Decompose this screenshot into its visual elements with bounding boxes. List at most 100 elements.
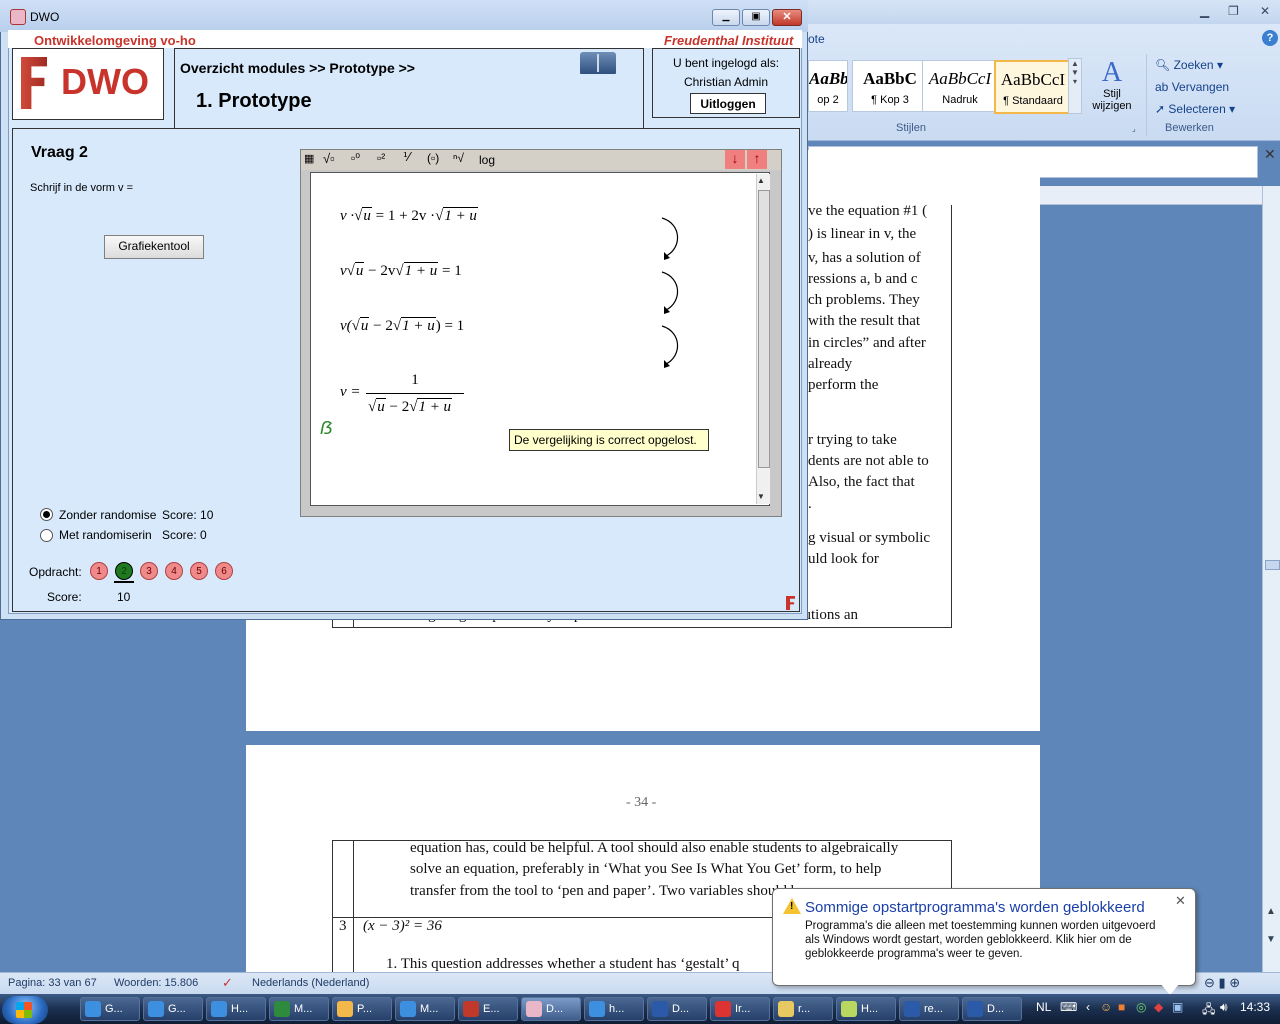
opdracht-button-5[interactable]: 5: [190, 562, 208, 580]
opdracht-button-1[interactable]: 1: [90, 562, 108, 580]
notification-balloon[interactable]: ! Sommige opstartprogramma's worden gebl…: [772, 888, 1196, 986]
step-arrows: [661, 217, 679, 368]
tray-app-icon[interactable]: ■: [1118, 1000, 1125, 1014]
scroll-down-icon[interactable]: ▼: [757, 492, 765, 501]
taskbar-item[interactable]: Ir...: [710, 997, 770, 1021]
style-kop3[interactable]: AaBbC ¶ Kop 3: [852, 60, 928, 112]
radio-with-randomisation[interactable]: [40, 529, 53, 542]
ie-icon: [211, 1001, 227, 1017]
opdracht-button-4[interactable]: 4: [165, 562, 183, 580]
nthroot-icon[interactable]: ⁿ√: [453, 151, 464, 165]
tray-app-icon[interactable]: ◎: [1136, 1000, 1146, 1014]
taskbar-item[interactable]: H...: [836, 997, 896, 1021]
close-icon[interactable]: ✕: [1175, 893, 1186, 909]
opdracht-button-3[interactable]: 3: [140, 562, 158, 580]
style-standaard[interactable]: AaBbCcI ¶ Standaard: [994, 60, 1072, 114]
maximize-button[interactable]: ▣: [742, 9, 770, 26]
doc-line: .: [808, 496, 812, 512]
breadcrumb[interactable]: Overzicht modules >> Prototype >>: [180, 60, 415, 76]
maximize-icon[interactable]: ❐: [1228, 4, 1239, 18]
taskbar-item[interactable]: M...: [395, 997, 455, 1021]
scroll-up-icon[interactable]: ▲: [757, 176, 765, 185]
help-icon[interactable]: ?: [1262, 30, 1278, 46]
graph-tool-button[interactable]: Grafiekentool: [104, 235, 204, 259]
dialog-launcher-icon[interactable]: ⌟: [1132, 124, 1136, 133]
opdracht-button-6[interactable]: 6: [215, 562, 233, 580]
grid-icon[interactable]: ▦: [304, 152, 314, 165]
radio-score: Score: 0: [162, 528, 207, 542]
word-icon: [652, 1001, 668, 1017]
select-button[interactable]: ➚ Selecteren ▾: [1155, 102, 1235, 116]
logout-button[interactable]: Uitloggen: [690, 93, 766, 114]
scroll-up-icon[interactable]: ▲: [1266, 906, 1276, 917]
taskbar-item[interactable]: D...: [521, 997, 581, 1021]
word-vertical-scrollbar[interactable]: ▲ ▼: [1262, 186, 1280, 972]
volume-icon[interactable]: 🔊︎: [1220, 1000, 1228, 1015]
arrow-down-icon[interactable]: ↓: [725, 150, 745, 169]
taskbar-item-label: M...: [420, 1003, 439, 1015]
status-page[interactable]: Pagina: 33 van 67: [8, 977, 97, 989]
messenger-tray-icon[interactable]: ☺: [1100, 1000, 1112, 1014]
scroll-thumb[interactable]: [1265, 560, 1280, 570]
change-style-icon: A: [1101, 57, 1123, 88]
sqrt-icon[interactable]: √▫: [323, 151, 335, 166]
styles-scroll[interactable]: ▲ ▼ ▾: [1068, 58, 1082, 114]
table-row-number: 3: [339, 918, 347, 934]
scroll-thumb[interactable]: [758, 190, 770, 468]
ribbon-tab-partial[interactable]: ote: [808, 32, 825, 46]
book-icon[interactable]: [580, 52, 616, 74]
start-button[interactable]: [2, 996, 48, 1024]
replace-button[interactable]: ab Vervangen: [1155, 80, 1229, 94]
radio-without-randomisation[interactable]: [40, 508, 53, 521]
arrow-up-icon[interactable]: ↑: [747, 150, 767, 169]
question-text: Schrijf in de vorm v =: [30, 182, 134, 194]
language-indicator[interactable]: NL: [1036, 1000, 1051, 1014]
log-button[interactable]: log: [479, 153, 495, 167]
taskbar-item[interactable]: re...: [899, 997, 959, 1021]
proofing-icon[interactable]: ✓: [222, 975, 233, 991]
balloon-body: Programma's die alleen met toestemming k…: [805, 920, 1156, 960]
close-pane-icon[interactable]: ✕: [1264, 146, 1276, 163]
zoom-slider[interactable]: ⊖ ▮ ⊕: [1204, 975, 1240, 991]
taskbar-item[interactable]: D...: [647, 997, 707, 1021]
chevron-left-icon[interactable]: ‹: [1086, 1000, 1090, 1014]
opdracht-button-2[interactable]: 2: [115, 562, 133, 580]
doc-line: ressions a, b and c: [808, 271, 918, 287]
tray-app-icon[interactable]: ▣: [1172, 1000, 1183, 1014]
style-nadruk[interactable]: AaBbCcI Nadruk: [922, 60, 998, 112]
editor-scrollbar[interactable]: ▲ ▼: [756, 174, 770, 504]
close-icon[interactable]: ✕: [1260, 4, 1270, 18]
superscript-icon[interactable]: ▫⁰: [351, 151, 360, 165]
radio-label: Zonder randomise: [59, 508, 157, 522]
network-icon[interactable]: 🖧: [1202, 1000, 1215, 1021]
taskbar-item[interactable]: P...: [332, 997, 392, 1021]
taskbar-item[interactable]: h...: [584, 997, 644, 1021]
taskbar-item[interactable]: E...: [458, 997, 518, 1021]
search-button[interactable]: 🔍︎ Zoeken ▾: [1155, 58, 1223, 72]
minimize-icon[interactable]: ▁: [1200, 4, 1209, 18]
taskbar-item[interactable]: M...: [269, 997, 329, 1021]
taskbar-item[interactable]: H...: [206, 997, 266, 1021]
taskbar-item-label: G...: [168, 1003, 186, 1015]
square-icon[interactable]: ▫²: [377, 151, 385, 165]
doc-line: in circles” and after: [808, 335, 926, 351]
logo-text: DWO: [61, 61, 149, 102]
tray-app-icon[interactable]: ◆: [1154, 1000, 1163, 1014]
fraction-icon[interactable]: ⅟: [403, 150, 410, 164]
style-kop2[interactable]: AaBbC op 2: [808, 60, 848, 112]
fi-logo-icon: [21, 57, 47, 109]
keyboard-icon[interactable]: ⌨: [1060, 1000, 1077, 1014]
taskbar-item[interactable]: r...: [773, 997, 833, 1021]
parentheses-icon[interactable]: (▫): [427, 151, 439, 165]
header-right-text: Freudenthal Instituut: [664, 33, 794, 48]
taskbar-item[interactable]: G...: [80, 997, 140, 1021]
status-words[interactable]: Woorden: 15.806: [114, 977, 198, 989]
minimize-button[interactable]: ▁: [712, 9, 740, 26]
taskbar-item[interactable]: D...: [962, 997, 1022, 1021]
change-style-button[interactable]: A Stijl wijzigen: [1090, 58, 1134, 118]
status-language[interactable]: Nederlands (Nederland): [252, 977, 369, 989]
scroll-down-icon[interactable]: ▼: [1266, 934, 1276, 945]
close-button[interactable]: ✕: [772, 9, 802, 26]
taskbar-item[interactable]: G...: [143, 997, 203, 1021]
clock[interactable]: 14:33: [1240, 1000, 1270, 1014]
